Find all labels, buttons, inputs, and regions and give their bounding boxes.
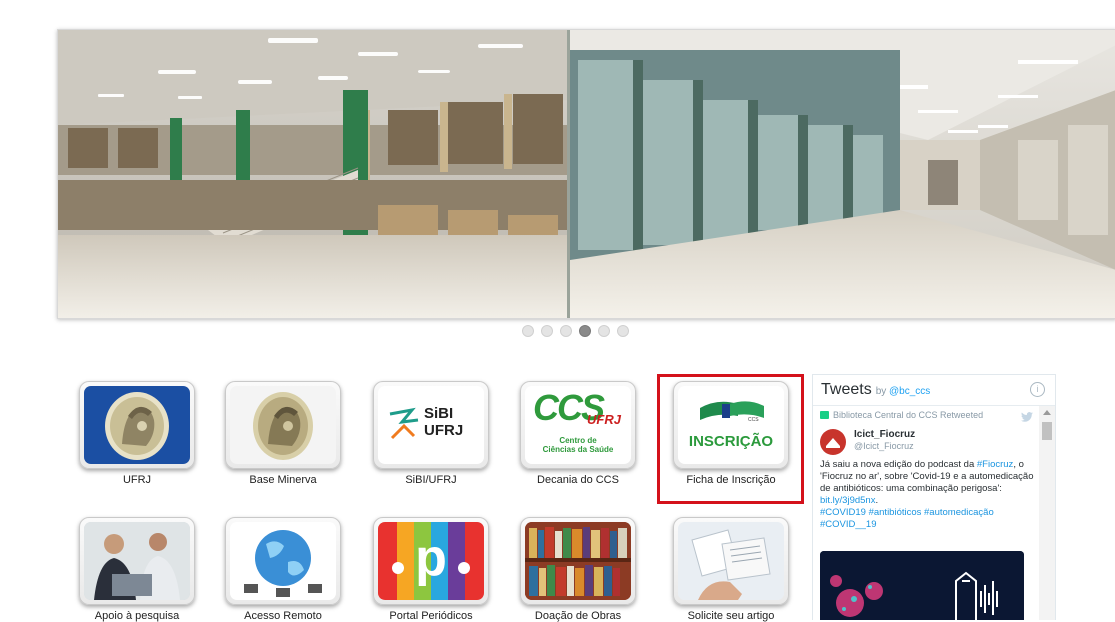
tweets-by-word: by (875, 386, 887, 397)
tile-label: Apoio à pesquisa (94, 610, 180, 622)
tile-label: SiBI/UFRJ (405, 474, 457, 486)
tile-doacao-frame (520, 517, 636, 605)
carousel-dot-6[interactable] (617, 325, 629, 337)
twitter-bird-icon[interactable] (1021, 412, 1033, 422)
globe-network-icon (230, 522, 336, 600)
highlight-box (657, 374, 804, 504)
tile-solicite-artigo[interactable]: Solicite seu artigo (669, 517, 793, 622)
twitter-widget-header: Tweets by @bc_ccs i (813, 375, 1055, 406)
carousel-dot-3[interactable] (560, 325, 572, 337)
tile-sibi-ufrj[interactable]: SiBI UFRJ SiBI/UFRJ (369, 381, 493, 486)
author-handle[interactable]: @Icict_Fiocruz (854, 441, 914, 451)
tweet-url-link[interactable]: bit.ly/3j9d5nx (820, 495, 875, 506)
retweet-icon (820, 411, 829, 419)
research-photo-icon (84, 522, 190, 600)
minerva-crest-icon (230, 386, 336, 464)
author-name[interactable]: Icict_Fiocruz (854, 429, 915, 440)
ccs-logo-icon: CCS UFRJ Centro de Ciências da Saúde (525, 386, 631, 464)
tile-sibi-frame: SiBI UFRJ (373, 381, 489, 469)
sibi-logo-icon: SiBI UFRJ (378, 386, 484, 464)
bookshelf-photo-icon (525, 522, 631, 600)
tile-label: UFRJ (122, 474, 152, 486)
tile-base-minerva-frame (225, 381, 341, 469)
tweets-heading: Tweets (821, 381, 872, 398)
sibi-logo-bottom: UFRJ (424, 422, 464, 439)
tweet-item: Biblioteca Central do CCS Retweeted Icic… (813, 406, 1041, 620)
scroll-up-arrow-icon[interactable] (1043, 410, 1051, 415)
tile-doacao-obras[interactable]: Doação de Obras (516, 517, 640, 622)
retweeted-by-text: Biblioteca Central do CCS Retweeted (833, 410, 984, 420)
ccs-logo-sub: UFRJ (587, 412, 621, 427)
sibi-logo-top: SiBI (424, 405, 454, 422)
carousel-dot-5[interactable] (598, 325, 610, 337)
library-photo (58, 30, 1115, 318)
tile-decania-ccs[interactable]: CCS UFRJ Centro de Ciências da Saúde Dec… (516, 381, 640, 486)
documents-photo-icon (678, 522, 784, 600)
author-avatar[interactable] (820, 429, 846, 455)
tile-label: Portal Periódicos (389, 610, 473, 622)
tweet-text: Já saiu a nova edição do podcast da #Fio… (820, 459, 1035, 531)
scrollbar-thumb[interactable] (1042, 422, 1052, 440)
info-icon[interactable]: i (1030, 382, 1045, 397)
retweet-indicator: Biblioteca Central do CCS Retweeted (820, 410, 1035, 422)
tile-acesso-remoto[interactable]: Acesso Remoto (221, 517, 345, 622)
tile-ufrj-frame (79, 381, 195, 469)
carousel-dot-4-active[interactable] (579, 325, 591, 337)
twitter-timeline-widget: Tweets by @bc_ccs i Biblioteca Central do… (812, 374, 1056, 620)
image-carousel[interactable] (57, 29, 1115, 319)
tile-apoio-frame (79, 517, 195, 605)
twitter-widget-title: Tweets by @bc_ccs (821, 381, 930, 399)
ufrj-crest-icon (84, 386, 190, 464)
periodicos-letter: p (415, 529, 447, 587)
widget-scrollbar[interactable] (1039, 406, 1055, 620)
tile-apoio-pesquisa[interactable]: Apoio à pesquisa (75, 517, 199, 622)
tweet-hashtags-links[interactable]: #COVID19 #antibióticos #automedicação #C… (820, 507, 994, 530)
tile-portal-periodicos[interactable]: p Portal Periódicos (369, 517, 493, 622)
tweets-by: by @bc_ccs (876, 386, 931, 397)
tile-label: Base Minerva (249, 474, 317, 486)
tile-ccs-frame: CCS UFRJ Centro de Ciências da Saúde (520, 381, 636, 469)
tile-periodicos-frame: p (373, 517, 489, 605)
carousel-pagination (522, 325, 629, 337)
tile-acesso-frame (225, 517, 341, 605)
carousel-dot-1[interactable] (522, 325, 534, 337)
tile-label: Solicite seu artigo (687, 610, 775, 622)
tile-base-minerva[interactable]: Base Minerva (221, 381, 345, 486)
tile-label: Decania do CCS (537, 474, 619, 486)
tile-ufrj[interactable]: UFRJ (75, 381, 199, 486)
tweet-author[interactable]: Icict_Fiocruz @Icict_Fiocruz (820, 427, 1035, 457)
tweet-text-part-1: Já saiu a nova edição do podcast da (820, 459, 977, 470)
tweet-text-part-3: . (875, 495, 879, 506)
tile-label: Acesso Remoto (244, 610, 322, 622)
tweets-handle-link[interactable]: @bc_ccs (889, 386, 930, 397)
periodicos-logo-icon: p (378, 522, 484, 600)
carousel-dot-2[interactable] (541, 325, 553, 337)
tweet-media-image[interactable] (820, 551, 1024, 620)
ccs-logo-caption-2: Ciências da Saúde (542, 445, 614, 454)
tile-label: Doação de Obras (534, 610, 622, 622)
hashtag-fiocruz-link[interactable]: #Fiocruz (977, 459, 1013, 470)
ccs-logo-caption-1: Centro de (559, 436, 597, 445)
tile-solicite-frame (673, 517, 789, 605)
